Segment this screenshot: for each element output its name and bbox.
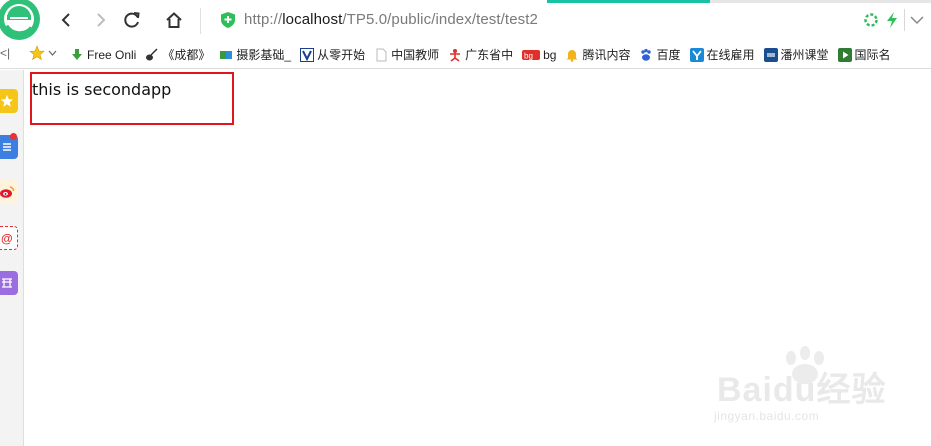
bookmark-label: bg	[543, 47, 557, 62]
bookmark-label: 国际名	[854, 48, 891, 62]
page-text: this is secondapp	[32, 80, 172, 99]
bookmarks-overflow-left[interactable]: <|	[0, 46, 10, 60]
back-button[interactable]	[56, 9, 78, 31]
bookmark-item[interactable]: bg bg	[522, 40, 556, 69]
square-logo-icon	[763, 47, 778, 62]
page-content: this is secondapp	[25, 70, 931, 446]
lightning-icon[interactable]	[885, 11, 899, 29]
browser-window: http://localhost/TP5.0/public/index/test…	[0, 0, 931, 446]
bookmark-label: Free Onli	[87, 47, 137, 62]
bookmark-label: 从零开始	[317, 48, 366, 62]
bookmark-label: 中国教师	[391, 48, 440, 62]
comic-icon[interactable]	[0, 271, 18, 295]
bookmark-item[interactable]: 腾讯内容	[565, 40, 630, 69]
paw-icon	[639, 48, 653, 62]
url-prefix: http://	[244, 11, 283, 28]
chevron-down-icon	[910, 16, 924, 25]
bookmark-item[interactable]: 《成都》	[145, 40, 210, 69]
browser-toolbar: http://localhost/TP5.0/public/index/test…	[0, 0, 931, 40]
play-icon	[837, 47, 852, 62]
bookmark-item[interactable]: 中国教师	[374, 40, 439, 69]
forward-button[interactable]	[89, 9, 111, 31]
bookmark-item[interactable]: 百度	[639, 40, 681, 69]
reload-button[interactable]	[121, 9, 143, 31]
bell-icon	[565, 48, 579, 62]
notification-dot	[10, 133, 17, 140]
bookmarks-bar: <| Free Onli 《成都》 摄影基础_ 从零开始 中国教师 广东省中 bg bg 腾讯内…	[0, 40, 931, 69]
forward-icon	[97, 13, 106, 27]
reload-icon	[124, 12, 140, 28]
bookmarks-favorites-button[interactable]	[29, 45, 57, 61]
star-icon	[29, 45, 45, 61]
address-actions	[863, 10, 899, 30]
favorites-star-icon[interactable]	[0, 89, 18, 113]
bookmark-item[interactable]: 国际名	[837, 40, 891, 69]
back-icon	[61, 13, 70, 27]
chevron-down-icon	[48, 50, 57, 56]
toolbar-divider	[904, 9, 905, 31]
sidebar: @	[0, 70, 24, 446]
bookmarks-list: Free Onli 《成都》 摄影基础_ 从零开始 中国教师 广东省中 bg bg 腾讯内容 百度…	[70, 40, 900, 69]
address-dropdown-button[interactable]	[907, 11, 927, 29]
tab-load-progress	[547, 0, 710, 3]
figure-icon	[448, 48, 462, 62]
bookmark-label: 摄影基础_	[236, 48, 292, 62]
bookmark-label: 《成都》	[162, 48, 211, 62]
bookmark-item[interactable]: 广东省中	[448, 40, 513, 69]
address-url[interactable]: http://localhost/TP5.0/public/index/test…	[244, 11, 538, 28]
bookmark-label: 百度	[656, 48, 681, 62]
bookmark-item[interactable]: Free Onli	[70, 40, 136, 69]
badge-icon: bg	[522, 48, 541, 62]
loading-spinner-icon[interactable]	[863, 12, 879, 28]
download-arrow-icon	[70, 48, 84, 62]
flag-icon	[219, 48, 233, 62]
secure-shield-icon[interactable]	[220, 11, 236, 29]
bookmark-item[interactable]: 在线雇用	[689, 40, 755, 69]
weibo-icon[interactable]	[0, 180, 18, 204]
svg-text:bg: bg	[524, 51, 533, 60]
bookmark-label: 潘州课堂	[780, 48, 829, 62]
tab-strip-rest	[710, 0, 931, 3]
browser-logo-icon[interactable]	[0, 0, 44, 40]
home-button[interactable]	[163, 9, 185, 31]
svg-text:@: @	[1, 232, 13, 246]
guitar-icon	[145, 47, 159, 62]
bookmark-item[interactable]: 摄影基础_	[219, 40, 291, 69]
v-logo-icon	[300, 47, 315, 62]
bookmark-item[interactable]: 从零开始	[300, 40, 365, 69]
y-logo-icon	[689, 47, 704, 62]
bookmark-item[interactable]: 潘州课堂	[763, 40, 829, 69]
home-icon	[166, 12, 182, 28]
bookmark-label: 腾讯内容	[582, 48, 631, 62]
bookmark-label: 广东省中	[465, 48, 514, 62]
address-bar[interactable]: http://localhost/TP5.0/public/index/test…	[200, 8, 931, 34]
mail-icon[interactable]: @	[0, 226, 18, 250]
page-icon	[374, 48, 388, 62]
url-path: /TP5.0/public/index/test/test2	[342, 11, 538, 28]
url-host: localhost	[282, 11, 343, 28]
bookmark-label: 在线雇用	[706, 48, 755, 62]
